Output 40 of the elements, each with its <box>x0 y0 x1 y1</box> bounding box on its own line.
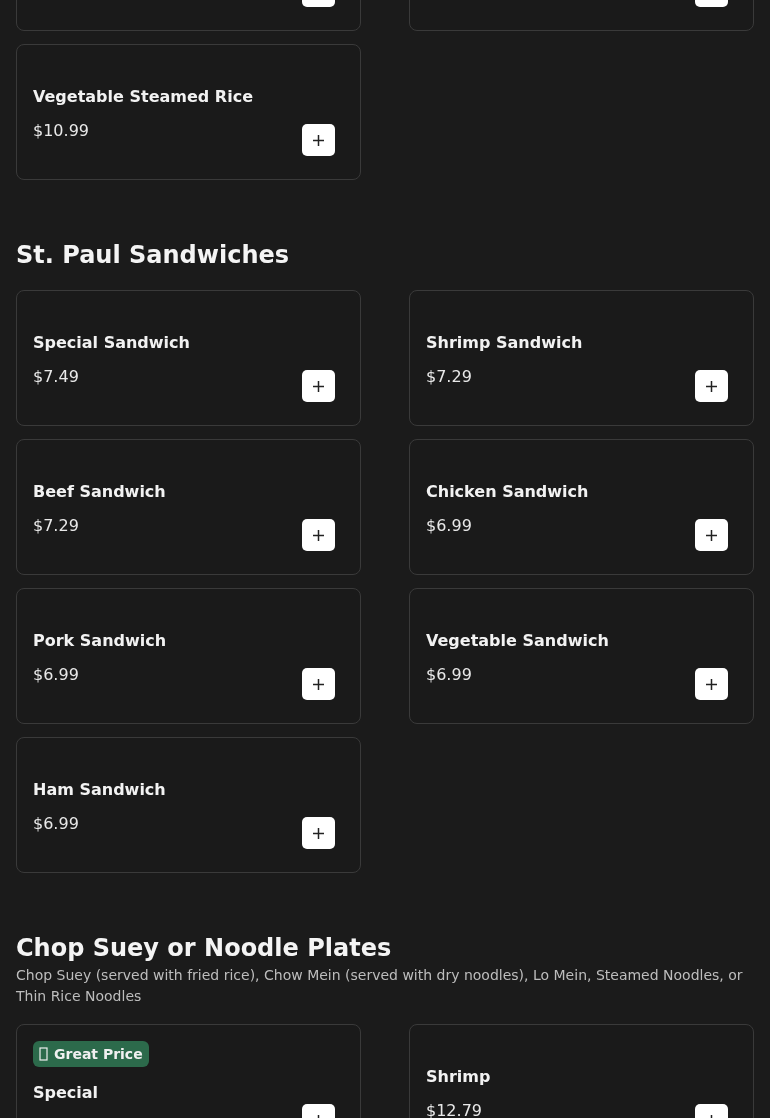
item-name: Ham Sandwich <box>33 780 167 800</box>
item-name: Shrimp <box>426 1067 492 1087</box>
item-name: Beef Sandwich <box>33 482 167 502</box>
item-name: Vegetable Steamed Rice <box>33 87 254 107</box>
item-price: $10.99 <box>33 121 90 141</box>
item-price: $6.99 <box>33 814 80 834</box>
item-price: $6.99 <box>426 516 473 536</box>
plus-icon <box>706 678 717 690</box>
plus-icon <box>313 134 324 146</box>
item-price: $6.99 <box>33 665 80 685</box>
section-heading: Chop Suey or Noodle Plates <box>16 933 393 963</box>
add-button[interactable] <box>302 370 335 402</box>
item-name: Special <box>33 1083 100 1103</box>
plus-icon <box>313 827 324 839</box>
plus-icon <box>313 678 324 690</box>
item-name: Shrimp Sandwich <box>426 333 584 353</box>
plus-icon <box>313 380 324 392</box>
plus-icon <box>313 529 324 541</box>
item-price: $7.29 <box>33 516 80 536</box>
add-button[interactable] <box>695 668 728 700</box>
item-name: Chicken Sandwich <box>426 482 590 502</box>
section-description: Chop Suey (served with fried rice), Chow Mein (served with dry noodles), Lo Mein, Steamed Noodles, or Thin Rice Noodles <box>16 966 744 1006</box>
section-heading: St. Paul Sandwiches <box>16 240 291 270</box>
item-name: Pork Sandwich <box>33 631 168 651</box>
add-button[interactable] <box>302 519 335 551</box>
item-price: $6.99 <box>426 665 473 685</box>
item-price: $7.29 <box>426 367 473 387</box>
plus-icon <box>706 529 717 541</box>
item-name: Vegetable Sandwich <box>426 631 610 651</box>
add-button[interactable] <box>302 668 335 700</box>
tag-icon <box>39 1047 48 1061</box>
add-button[interactable] <box>302 817 335 849</box>
add-button[interactable] <box>302 124 335 156</box>
badge-label: Great Price <box>54 1046 143 1062</box>
plus-icon <box>706 380 717 392</box>
item-price: $12.79 <box>426 1101 483 1118</box>
item-name: Special Sandwich <box>33 333 191 353</box>
item-price: $7.49 <box>33 367 80 387</box>
add-button[interactable] <box>695 519 728 551</box>
add-button[interactable] <box>695 370 728 402</box>
